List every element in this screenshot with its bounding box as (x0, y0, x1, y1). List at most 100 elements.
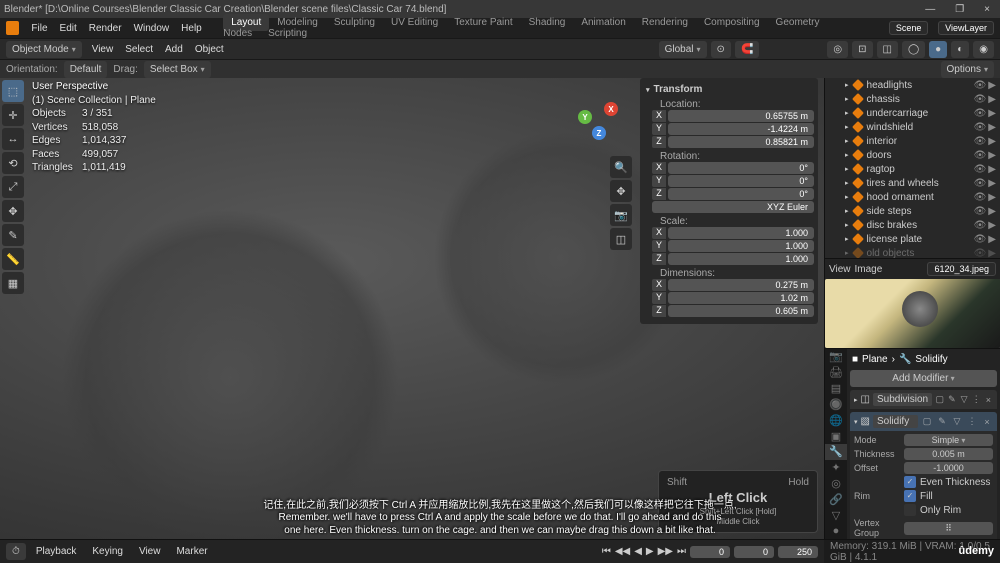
camera-icon[interactable]: 📷 (610, 204, 632, 226)
rot-z[interactable]: 0° (668, 188, 814, 200)
tab-world-icon[interactable]: 🌐 (825, 412, 847, 428)
orientation-dropdown[interactable]: Default (64, 61, 108, 78)
3dview-menu-view[interactable]: View (86, 42, 120, 57)
workspace-rendering[interactable]: Rendering (634, 14, 696, 31)
prev-key-icon[interactable]: ◀◀ (615, 546, 630, 557)
mod-display-icon[interactable]: ▢ (935, 394, 944, 406)
annotate-tool-icon[interactable]: ✎ (2, 224, 24, 246)
solidify-thickness[interactable]: 0.005 m (904, 448, 993, 460)
outliner-item[interactable]: ▸license plate👁▶ (825, 232, 1000, 246)
scale-tool-icon[interactable]: ⤢ (2, 176, 24, 198)
cursor-tool-icon[interactable]: ✛ (2, 104, 24, 126)
play-reverse-icon[interactable]: ◀ (634, 546, 642, 557)
perspective-icon[interactable]: ◫ (610, 228, 632, 250)
drag-dropdown[interactable]: Select Box (144, 61, 211, 78)
outliner-item[interactable]: ▸tires and wheels👁▶ (825, 176, 1000, 190)
jump-end-icon[interactable]: ⏭ (677, 546, 686, 557)
outliner-item[interactable]: ▸hood ornament👁▶ (825, 190, 1000, 204)
xray-icon[interactable]: ◫ (877, 41, 898, 58)
transform-orientation[interactable]: Global (659, 41, 707, 58)
snap-icon[interactable]: 🧲 (735, 41, 759, 58)
play-icon[interactable]: ▶ (646, 546, 654, 557)
solidify-offset[interactable]: -1.0000 (904, 462, 993, 474)
rotate-tool-icon[interactable]: ⟲ (2, 152, 24, 174)
outliner-item[interactable]: ▸chassis👁▶ (825, 92, 1000, 106)
scale-x[interactable]: 1.000 (668, 227, 814, 239)
menu-window[interactable]: Window (128, 21, 176, 36)
image-name[interactable]: 6120_34.jpeg (927, 262, 996, 276)
3d-viewport[interactable]: ⬚ ✛ ↔ ⟲ ⤢ ✥ ✎ 📏 ▦ User Perspective (1) S… (0, 78, 824, 539)
workspace-scripting[interactable]: Scripting (260, 25, 315, 42)
outliner-item[interactable]: ▸headlights👁▶ (825, 78, 1000, 92)
menu-file[interactable]: File (25, 21, 53, 36)
loc-x[interactable]: 0.65755 m (668, 110, 814, 122)
menu-render[interactable]: Render (83, 21, 128, 36)
dim-z[interactable]: 0.605 m (668, 305, 814, 317)
shading-solid-icon[interactable]: ● (929, 41, 947, 58)
measure-tool-icon[interactable]: 📏 (2, 248, 24, 270)
tab-particles-icon[interactable]: ✦ (825, 460, 847, 476)
pivot-icon[interactable]: ⊙ (711, 41, 731, 58)
3dview-menu-add[interactable]: Add (159, 42, 189, 57)
tab-viewlayer-icon[interactable]: ▤ (825, 381, 847, 397)
mod-edit-icon[interactable]: ✎ (947, 394, 956, 406)
addcube-tool-icon[interactable]: ▦ (2, 272, 24, 294)
mod-edit-icon[interactable]: ✎ (936, 416, 948, 428)
tab-physics-icon[interactable]: ◎ (825, 476, 847, 492)
tab-render-icon[interactable]: 📷 (825, 349, 847, 365)
shading-rendered-icon[interactable]: ◉ (973, 41, 994, 58)
tab-output-icon[interactable]: 🖨 (825, 365, 847, 381)
outliner-item[interactable]: ▸old objects👁▶ (825, 246, 1000, 258)
scale-y[interactable]: 1.000 (668, 240, 814, 252)
workspace-uv-editing[interactable]: UV Editing (383, 14, 446, 31)
next-key-icon[interactable]: ▶▶ (658, 546, 673, 557)
mod-cage-icon[interactable]: ▽ (959, 394, 968, 406)
select-tool-icon[interactable]: ⬚ (2, 80, 24, 102)
workspace-shading[interactable]: Shading (521, 14, 574, 31)
shading-wireframe-icon[interactable]: ◯ (902, 41, 925, 58)
timeline[interactable]: ⏱ Playback Keying View Marker ⏮ ◀◀ ◀ ▶ ▶… (0, 539, 824, 563)
mod-close-icon[interactable]: × (984, 394, 993, 406)
workspace-animation[interactable]: Animation (573, 14, 633, 31)
frame-start[interactable]: 0 (734, 546, 774, 558)
jump-start-icon[interactable]: ⏮ (602, 546, 611, 557)
frame-end[interactable]: 250 (778, 546, 818, 558)
move-tool-icon[interactable]: ↔ (2, 128, 24, 150)
viewlayer-selector[interactable]: ViewLayer (938, 21, 994, 35)
add-modifier-button[interactable]: Add Modifier (850, 370, 997, 387)
shading-matpreview-icon[interactable]: ◐ (951, 41, 969, 58)
outliner-item[interactable]: ▸windshield👁▶ (825, 120, 1000, 134)
tab-object-icon[interactable]: ▣ (825, 428, 847, 444)
pan-icon[interactable]: ✥ (610, 180, 632, 202)
loc-y[interactable]: -1.4224 m (668, 123, 814, 135)
timeline-editor-icon[interactable]: ⏱ (6, 543, 26, 560)
workspace-compositing[interactable]: Compositing (696, 14, 768, 31)
options-dropdown[interactable]: Options (941, 61, 994, 78)
rot-y[interactable]: 0° (668, 175, 814, 187)
tab-scene-icon[interactable]: 🔘 (825, 396, 847, 412)
show-gizmo-icon[interactable]: ◎ (827, 41, 848, 58)
outliner-item[interactable]: ▸doors👁▶ (825, 148, 1000, 162)
menu-help[interactable]: Help (175, 21, 208, 36)
frame-current[interactable]: 0 (690, 546, 730, 558)
workspace-sculpting[interactable]: Sculpting (326, 14, 383, 31)
mod-cage-icon[interactable]: ▽ (951, 416, 963, 428)
3dview-menu-select[interactable]: Select (119, 42, 159, 57)
minimize-button[interactable]: — (919, 4, 941, 15)
scene-selector[interactable]: Scene (889, 21, 929, 35)
mode-selector[interactable]: Object Mode (6, 41, 82, 58)
maximize-button[interactable]: ❐ (949, 4, 970, 15)
nav-gizmo[interactable]: X Y Z (574, 98, 624, 148)
rot-x[interactable]: 0° (668, 162, 814, 174)
loc-z[interactable]: 0.85821 m (668, 136, 814, 148)
outliner[interactable]: ▸headlights👁▶▸chassis👁▶▸undercarriage👁▶▸… (825, 78, 1000, 258)
tab-modifier-icon[interactable]: 🔧 (825, 444, 847, 460)
even-thickness-checkbox[interactable]: ✓ (904, 476, 916, 488)
dim-x[interactable]: 0.275 m (668, 279, 814, 291)
overlays-icon[interactable]: ⊡ (852, 41, 872, 58)
img-image-menu[interactable]: Image (855, 264, 883, 275)
mod-display-icon[interactable]: ▢ (921, 416, 933, 428)
outliner-item[interactable]: ▸undercarriage👁▶ (825, 106, 1000, 120)
mod-menu-icon[interactable]: ⋮ (966, 416, 978, 428)
close-button[interactable]: × (978, 4, 996, 15)
